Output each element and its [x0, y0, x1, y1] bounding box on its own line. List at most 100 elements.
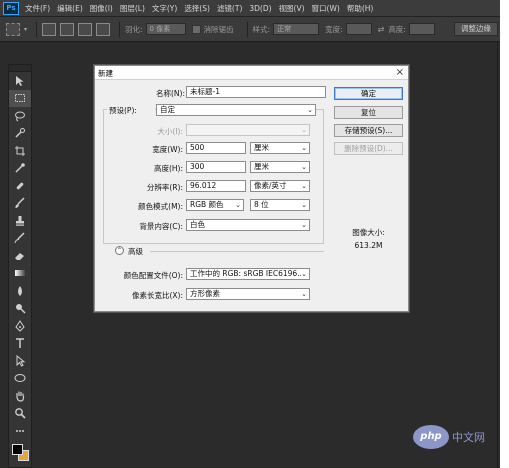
- menu-type[interactable]: 文字(Y): [152, 3, 177, 14]
- panel-grip[interactable]: [9, 65, 31, 72]
- swap-icon[interactable]: ⇄: [378, 25, 385, 34]
- gradient-tool-icon[interactable]: [9, 265, 31, 283]
- style-select[interactable]: 正常: [273, 23, 320, 35]
- watermark: php 中文网: [413, 425, 485, 449]
- subtract-selection-icon[interactable]: [78, 22, 93, 36]
- bit-depth-value: 8 位: [254, 200, 269, 209]
- blur-tool-icon[interactable]: [9, 282, 31, 300]
- chevron-down-icon: ⌄: [307, 106, 313, 114]
- separator: [119, 21, 121, 37]
- ok-button[interactable]: 确定: [334, 87, 403, 100]
- lasso-tool-icon[interactable]: [9, 107, 31, 125]
- advanced-toggle-icon[interactable]: ⌃: [115, 246, 124, 255]
- name-input[interactable]: 未标题-1: [186, 86, 326, 98]
- new-selection-icon[interactable]: [42, 22, 57, 36]
- width-input[interactable]: [345, 23, 372, 35]
- eraser-tool-icon[interactable]: [9, 247, 31, 265]
- height-unit-value: 厘米: [254, 162, 269, 171]
- hand-tool-icon[interactable]: [9, 387, 31, 405]
- advanced-divider: [150, 251, 324, 252]
- intersect-selection-icon[interactable]: [96, 22, 111, 36]
- menu-image[interactable]: 图像(I): [90, 3, 113, 14]
- width-unit-select[interactable]: 厘米 ⌄: [250, 142, 310, 154]
- resolution-unit-value: 像素/英寸: [254, 181, 287, 190]
- antialias-label: 消除锯齿: [203, 24, 234, 34]
- preset-select[interactable]: 自定 ⌄: [156, 104, 316, 116]
- separator: [36, 21, 38, 37]
- healing-brush-tool-icon[interactable]: [9, 177, 31, 195]
- resolution-unit-select[interactable]: 像素/英寸 ⌄: [250, 180, 310, 192]
- chevron-down-icon: ⌄: [301, 221, 307, 229]
- menu-edit[interactable]: 编辑(E): [57, 3, 83, 14]
- shape-tool-icon[interactable]: [9, 370, 31, 388]
- photoshop-window: Ps 文件(F) 编辑(E) 图像(I) 图层(L) 文字(Y) 选择(S) 滤…: [0, 0, 500, 468]
- marquee-tool-icon[interactable]: [9, 89, 31, 107]
- menu-file[interactable]: 文件(F): [25, 3, 50, 14]
- eyedropper-tool-icon[interactable]: [9, 160, 31, 178]
- chevron-down-icon: ⌄: [301, 163, 307, 171]
- clone-stamp-tool-icon[interactable]: [9, 212, 31, 230]
- dialog-titlebar[interactable]: 新建 ×: [95, 66, 408, 80]
- color-mode-select[interactable]: RGB 颜色 ⌄: [186, 199, 244, 211]
- color-mode-label: 颜色模式(M):: [138, 202, 183, 211]
- menu-help[interactable]: 帮助(H): [347, 3, 374, 14]
- options-bar: ▾ 羽化: 0 像素 消除锯齿 样式: 正常 宽度: ⇄ 高度: 调整边缘: [0, 17, 500, 42]
- height-input[interactable]: [408, 23, 435, 35]
- chevron-down-icon: ⌄: [301, 182, 307, 190]
- zoom-tool-icon[interactable]: [9, 405, 31, 423]
- tools-panel: [8, 64, 32, 468]
- height-input[interactable]: 300: [186, 161, 246, 173]
- preset-value: 自定: [160, 105, 175, 114]
- width-input[interactable]: 500: [186, 142, 246, 154]
- close-icon[interactable]: ×: [396, 66, 404, 79]
- color-profile-select[interactable]: 工作中的 RGB: sRGB IEC6196... ⌄: [186, 268, 310, 280]
- quick-select-tool-icon[interactable]: [9, 125, 31, 143]
- move-tool-icon[interactable]: [9, 72, 31, 90]
- separator: [246, 21, 248, 37]
- reset-button[interactable]: 复位: [334, 106, 403, 119]
- brush-tool-icon[interactable]: [9, 195, 31, 213]
- advanced-label[interactable]: 高级: [128, 246, 143, 257]
- preset-dropdown-icon[interactable]: ▾: [24, 26, 27, 33]
- resolution-input[interactable]: 96.012: [186, 180, 246, 192]
- color-profile-value: 工作中的 RGB: sRGB IEC6196...: [190, 269, 305, 278]
- image-size-label: 图像大小:: [352, 228, 385, 237]
- refine-edge-button[interactable]: 调整边缘: [454, 22, 498, 36]
- crop-tool-icon[interactable]: [9, 142, 31, 160]
- size-select: ⌄: [186, 124, 310, 136]
- antialias-checkbox[interactable]: [191, 24, 201, 34]
- chevron-down-icon: ⌄: [301, 290, 307, 298]
- preset-label: 预设(P):: [107, 105, 155, 116]
- pixel-aspect-value: 方形像素: [190, 289, 220, 298]
- more-tools-icon[interactable]: [9, 422, 31, 440]
- menu-bar: Ps 文件(F) 编辑(E) 图像(I) 图层(L) 文字(Y) 选择(S) 滤…: [0, 0, 500, 17]
- background-contents-select[interactable]: 白色 ⌄: [186, 219, 310, 231]
- feather-label: 羽化:: [125, 24, 143, 34]
- chevron-down-icon: ⌄: [301, 144, 307, 152]
- pen-tool-icon[interactable]: [9, 317, 31, 335]
- marquee-tool-preset-icon[interactable]: [6, 22, 20, 36]
- dodge-tool-icon[interactable]: [9, 300, 31, 318]
- path-selection-tool-icon[interactable]: [9, 352, 31, 370]
- pixel-aspect-select[interactable]: 方形像素 ⌄: [186, 288, 310, 300]
- menu-view[interactable]: 视图(V): [279, 3, 305, 14]
- type-tool-icon[interactable]: [9, 335, 31, 353]
- style-label: 样式:: [252, 24, 271, 34]
- feather-input[interactable]: 0 像素: [145, 23, 186, 35]
- menu-3d[interactable]: 3D(D): [249, 4, 271, 13]
- menu-select[interactable]: 选择(S): [184, 3, 210, 14]
- add-selection-icon[interactable]: [60, 22, 75, 36]
- photoshop-logo: Ps: [3, 1, 19, 15]
- save-preset-button[interactable]: 存储预设(S)...: [334, 124, 403, 137]
- size-label: 大小(I):: [157, 127, 183, 136]
- menu-window[interactable]: 窗口(W): [312, 3, 340, 14]
- menu-filter[interactable]: 滤镜(T): [217, 3, 242, 14]
- history-brush-tool-icon[interactable]: [9, 230, 31, 248]
- bit-depth-select[interactable]: 8 位 ⌄: [250, 199, 310, 211]
- height-unit-select[interactable]: 厘米 ⌄: [250, 161, 310, 173]
- menu-layer[interactable]: 图层(L): [120, 3, 145, 14]
- background-contents-value: 白色: [190, 220, 205, 229]
- color-profile-label: 颜色配置文件(O):: [123, 271, 183, 280]
- foreground-color-swatch[interactable]: [12, 443, 23, 455]
- color-mode-value: RGB 颜色: [190, 200, 224, 209]
